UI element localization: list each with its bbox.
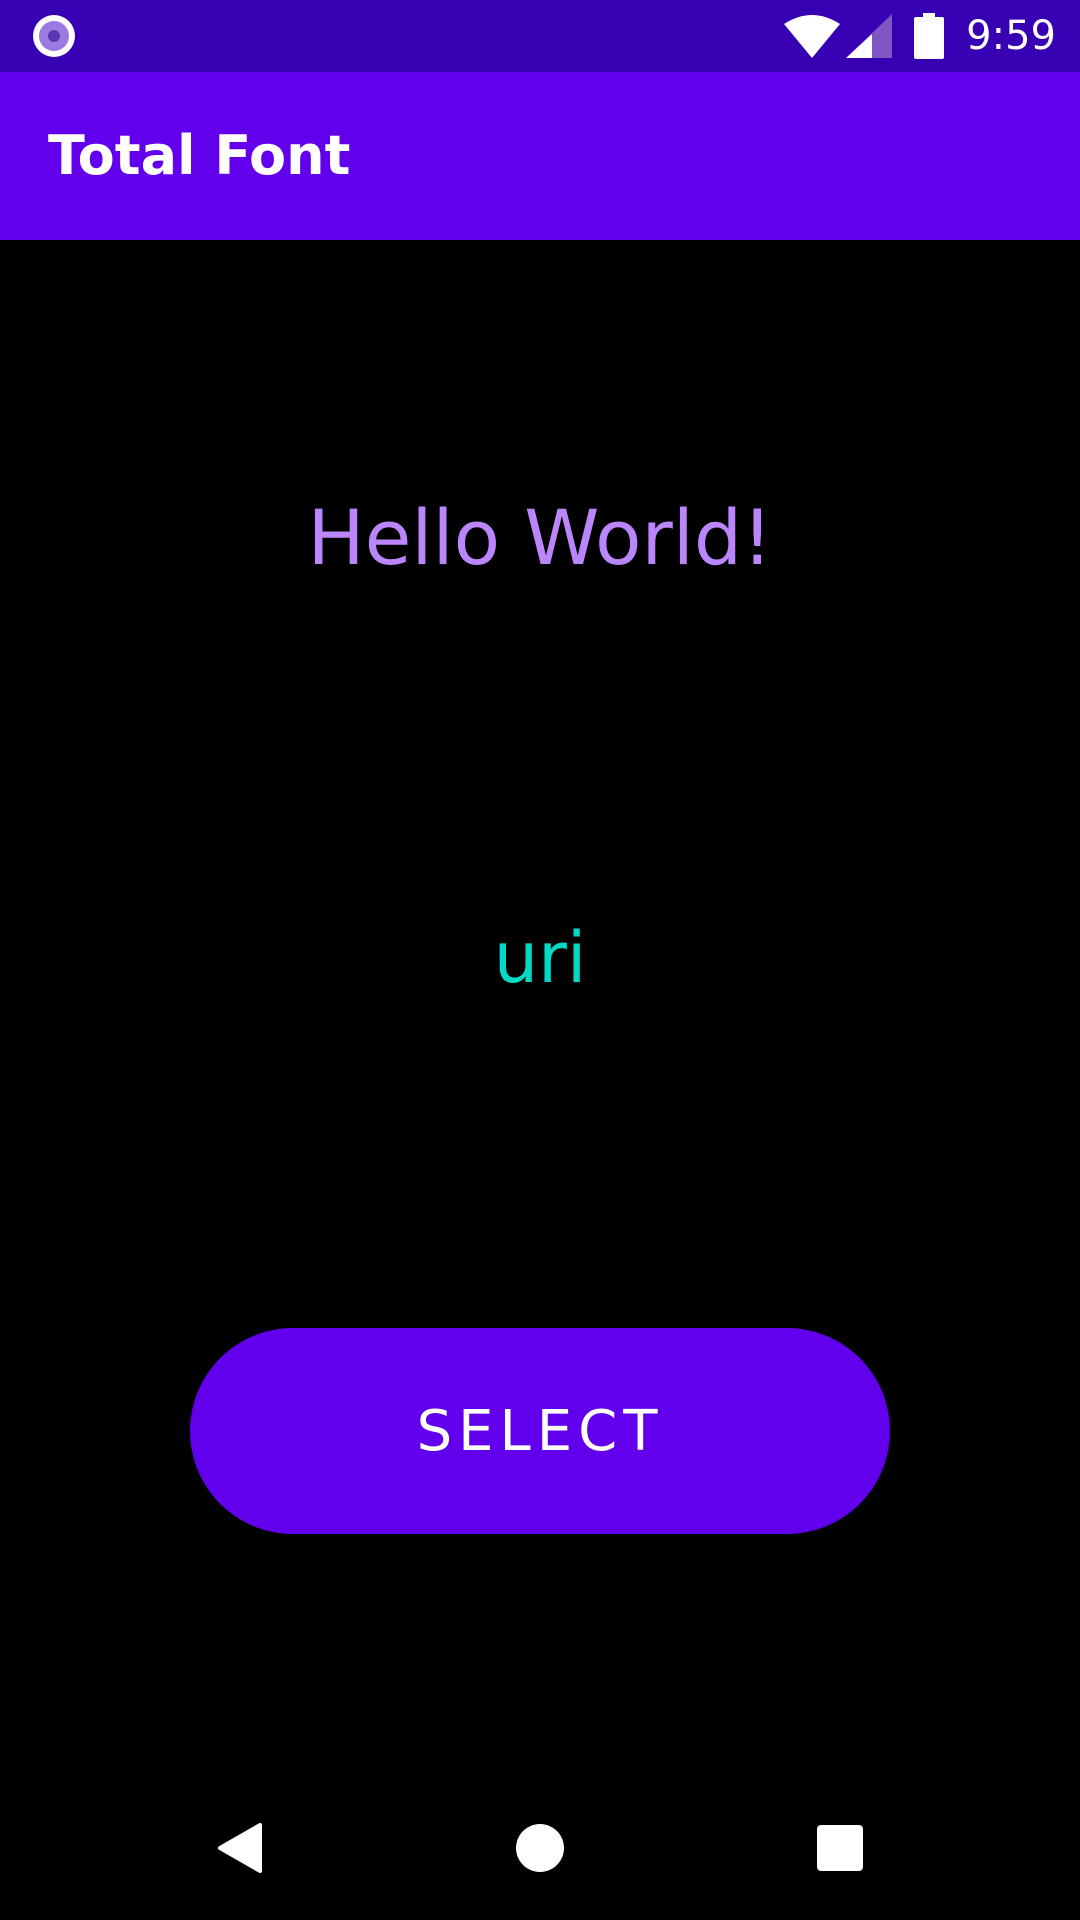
status-icons: 9:59 [784,0,1056,72]
app-notification-icon [33,15,75,57]
app-screen: 9:59 Total Font Hello World! uri SELECT [0,0,1080,1920]
app-title: Total Font [48,124,351,187]
nav-recents-button[interactable] [790,1798,890,1898]
app-bar: Total Font [0,72,1080,240]
home-icon [516,1824,564,1872]
wifi-icon [784,15,841,58]
nav-home-button[interactable] [490,1798,590,1898]
battery-icon [914,13,945,59]
recents-icon [817,1825,863,1871]
select-button[interactable]: SELECT [190,1328,890,1534]
nav-back-button[interactable] [190,1798,290,1898]
status-time: 9:59 [966,13,1056,59]
navigation-bar [0,1776,1080,1920]
back-icon [218,1823,262,1873]
uri-text: uri [493,917,587,999]
hello-text: Hello World! [307,493,773,582]
cellular-signal-icon [846,14,893,58]
status-bar: 9:59 [0,0,1080,72]
